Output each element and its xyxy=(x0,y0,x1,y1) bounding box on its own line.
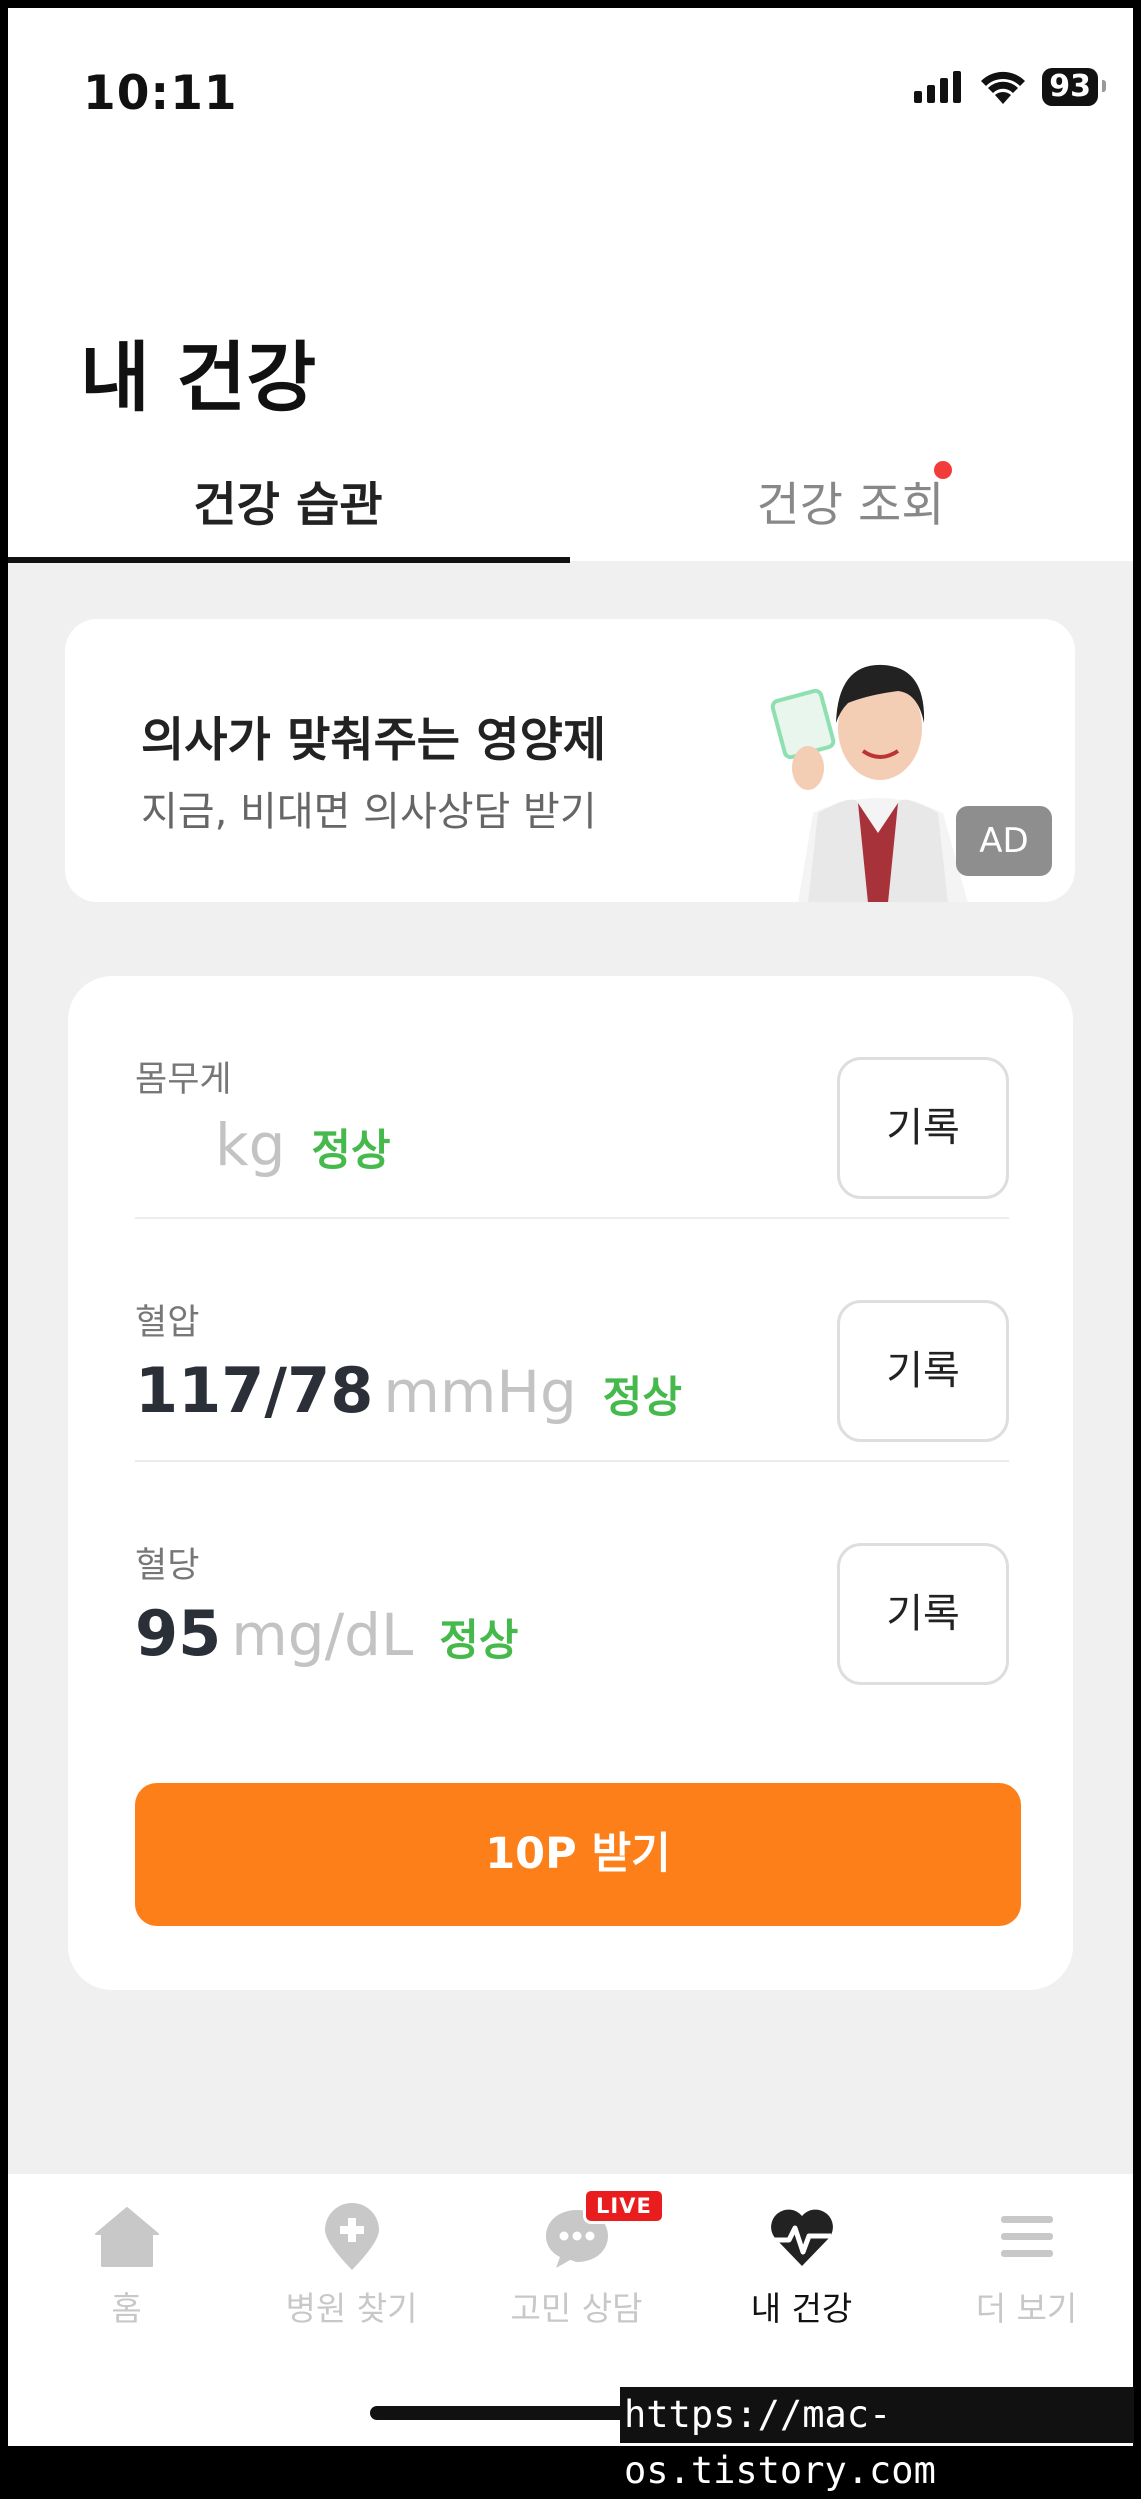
metric-unit: kg xyxy=(215,1111,286,1179)
metric-value-row: kg 정상 xyxy=(135,1111,391,1179)
ad-banner[interactable]: 의사가 맞춰주는 영양제 지금, 비대면 의사상담 받기 AD xyxy=(65,619,1075,902)
heart-pulse-icon xyxy=(770,2209,833,2266)
nav-label: 홈 xyxy=(111,2289,142,2328)
new-indicator-dot xyxy=(934,461,952,479)
tab-health-habits[interactable]: 건강 습관 xyxy=(8,466,568,566)
metric-blood-pressure: 혈압 117/78 mmHg 정상 기록 xyxy=(135,1219,1009,1462)
nav-label: 내 건강 xyxy=(750,2289,853,2328)
metric-value-row: 95 mg/dL 정상 xyxy=(135,1597,518,1670)
ad-subtitle: 지금, 비대면 의사상담 받기 xyxy=(141,789,597,835)
ad-badge: AD xyxy=(956,806,1052,876)
status-icons: 93 xyxy=(914,68,1106,106)
battery-indicator: 93 xyxy=(1042,68,1106,106)
nav-home[interactable]: 홈 xyxy=(14,2202,239,2342)
watermark: https://mac-os.tistory.com xyxy=(620,2387,1134,2492)
nav-label: 고민 상담 xyxy=(510,2289,643,2328)
metric-status: 정상 xyxy=(311,1126,391,1176)
ad-title: 의사가 맞춰주는 영양제 xyxy=(141,713,607,768)
nav-my-health[interactable]: 내 건강 xyxy=(689,2202,914,2342)
metric-unit: mmHg xyxy=(383,1358,577,1426)
metric-number: 117/78 xyxy=(135,1354,374,1427)
metric-weight: 몸무게 kg 정상 기록 xyxy=(135,976,1009,1219)
tab-health-lookup[interactable]: 건강 조회 xyxy=(568,466,1133,566)
metric-blood-sugar: 혈당 95 mg/dL 정상 기록 xyxy=(135,1462,1009,1705)
nav-label: 더 보기 xyxy=(975,2289,1078,2328)
metric-status: 정상 xyxy=(439,1616,519,1666)
wifi-icon xyxy=(981,71,1026,104)
record-weight-button[interactable]: 기록 xyxy=(837,1057,1009,1199)
nav-label: 병원 찾기 xyxy=(285,2289,418,2328)
metric-value-row: 117/78 mmHg 정상 xyxy=(135,1354,682,1427)
hospital-pin-icon xyxy=(324,2203,379,2270)
metric-label: 혈당 xyxy=(135,1546,200,1586)
menu-icon xyxy=(1000,2216,1053,2257)
app-screen: 10:11 93 내 건강 건강 습관 건강 조회 의사가 맞춰주는 영양제 지… xyxy=(8,8,1133,2446)
metric-number: 95 xyxy=(135,1597,222,1670)
record-blood-sugar-button[interactable]: 기록 xyxy=(837,1543,1009,1685)
health-metrics-card: 몸무게 kg 정상 기록 혈압 117/78 mmHg 정상 기록 혈당 95 xyxy=(68,976,1073,1990)
home-icon xyxy=(94,2207,159,2267)
metric-unit: mg/dL xyxy=(231,1601,414,1669)
metric-label: 몸무게 xyxy=(135,1060,232,1100)
record-blood-pressure-button[interactable]: 기록 xyxy=(837,1300,1009,1442)
nav-more[interactable]: 더 보기 xyxy=(914,2202,1133,2342)
live-badge: LIVE xyxy=(583,2188,665,2224)
metric-label: 혈압 xyxy=(135,1303,200,1343)
claim-points-button[interactable]: 10P 받기 xyxy=(135,1783,1021,1926)
nav-hospital[interactable]: 병원 찾기 xyxy=(239,2202,464,2342)
status-time: 10:11 xyxy=(83,66,238,121)
metric-status: 정상 xyxy=(602,1373,682,1423)
active-tab-underline xyxy=(8,557,570,563)
page-title: 내 건강 xyxy=(80,333,317,422)
signal-icon xyxy=(914,71,962,103)
